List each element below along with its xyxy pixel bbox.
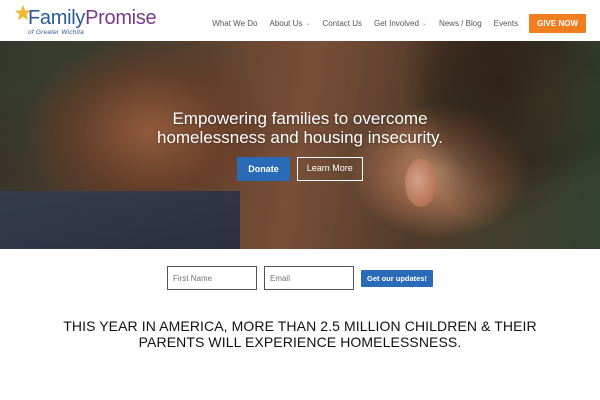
nav-item-label: Get Involved [374, 18, 419, 28]
first-name-field[interactable] [166, 266, 257, 290]
logo-family-text: Family [28, 7, 86, 29]
get-updates-button[interactable]: Get our updates! [360, 269, 433, 287]
site-logo[interactable]: FamilyPromise of Greater Wichita [14, 4, 157, 38]
newsletter-signup: Get our updates! [0, 266, 600, 290]
nav-item-contact-us[interactable]: Contact Us [322, 19, 362, 28]
site-header: FamilyPromise of Greater Wichita What We… [0, 0, 600, 41]
learn-more-button[interactable]: Learn More [296, 157, 363, 181]
logo-wordmark: FamilyPromise [28, 7, 157, 29]
give-now-button[interactable]: GIVE NOW [529, 13, 586, 33]
chevron-down-icon: ⌄ [421, 20, 427, 27]
statistic-headline-line2: PARENTS WILL EXPERIENCE HOMELESSNESS. [138, 334, 462, 350]
logo-subtitle: of Greater Wichita [28, 29, 84, 36]
nav-item-label: Contact Us [322, 18, 362, 28]
hero-heading: Empowering families to overcome homeless… [0, 109, 600, 147]
hero-heading-line2: homelessness and housing insecurity. [156, 128, 443, 147]
hero-heading-line1: Empowering families to overcome [172, 109, 428, 128]
main-nav: What We Do About Us ⌄ Contact Us Get Invo… [200, 13, 586, 33]
statistic-headline: THIS YEAR IN AMERICA, MORE THAN 2.5 MILL… [0, 318, 600, 350]
nav-item-news-blog[interactable]: News / Blog [439, 19, 482, 28]
email-field[interactable] [263, 266, 354, 290]
nav-item-about-us[interactable]: About Us ⌄ [269, 19, 310, 28]
logo-promise-text: Promise [85, 7, 157, 29]
hero-buttons: Donate Learn More [0, 157, 600, 181]
nav-item-label: Events [493, 18, 519, 28]
chevron-down-icon: ⌄ [305, 20, 311, 27]
statistic-headline-line1: THIS YEAR IN AMERICA, MORE THAN 2.5 MILL… [63, 318, 537, 334]
hero-banner: Empowering families to overcome homeless… [0, 41, 600, 249]
nav-item-get-involved[interactable]: Get Involved ⌄ [374, 19, 427, 28]
nav-item-label: News / Blog [438, 18, 482, 28]
nav-item-what-we-do[interactable]: What We Do [212, 19, 257, 28]
nav-item-events[interactable]: Events [494, 19, 518, 28]
donate-button[interactable]: Donate [237, 157, 290, 181]
nav-item-label: What We Do [212, 18, 258, 28]
nav-item-label: About Us [269, 18, 303, 28]
